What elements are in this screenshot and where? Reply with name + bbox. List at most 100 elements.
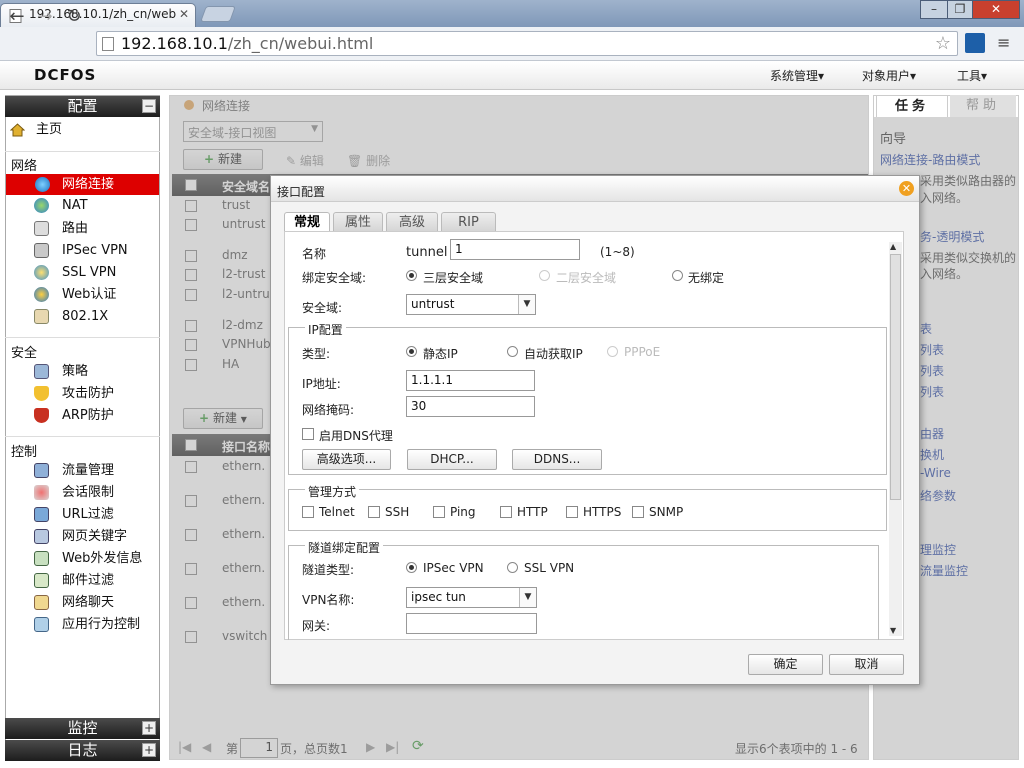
reload-icon[interactable]: ↻	[62, 6, 86, 28]
bind-none-radio[interactable]	[672, 270, 683, 281]
sidebar-item-session-limit[interactable]: 会话限制	[34, 482, 158, 503]
advanced-options-button[interactable]: 高级选项...	[302, 449, 391, 470]
telnet-checkbox[interactable]	[302, 506, 314, 518]
cancel-button[interactable]: 取消	[829, 654, 904, 675]
ddns-button[interactable]: DDNS...	[512, 449, 602, 470]
sidebar-item-nat[interactable]: NAT	[34, 195, 158, 216]
sidebar-item-web-auth[interactable]: Web认证	[34, 284, 158, 305]
scroll-down-icon[interactable]: ▼	[890, 626, 896, 635]
app-control-icon	[34, 617, 49, 632]
sidebar-item-route[interactable]: 路由	[34, 218, 158, 239]
sidebar-item-attack-defense[interactable]: 攻击防护	[34, 383, 158, 404]
mail-icon	[34, 573, 49, 588]
sidebar-item-8021x[interactable]: 802.1X	[34, 306, 158, 327]
close-window-icon[interactable]: ✕	[972, 0, 1020, 19]
log-header-label: 日志	[67, 741, 98, 759]
sidebar-item-app-control[interactable]: 应用行为控制	[34, 614, 158, 635]
ssl-vpn-radio[interactable]	[507, 562, 518, 573]
log-header[interactable]: 日志 +	[5, 740, 160, 761]
sidebar-item-url-filter[interactable]: URL过滤	[34, 504, 158, 525]
back-icon[interactable]: ←	[5, 6, 29, 28]
sidebar-item-policy[interactable]: 策略	[34, 361, 158, 382]
zone-select[interactable]: untrust ▼	[406, 294, 536, 315]
vpn-name-label: VPN名称:	[302, 593, 355, 607]
pppoe-radio[interactable]	[607, 346, 618, 357]
sidebar-item-mail-filter[interactable]: 邮件过滤	[34, 570, 158, 591]
close-tab-icon[interactable]: ✕	[179, 7, 189, 21]
ssh-checkbox[interactable]	[368, 506, 380, 518]
tab-properties[interactable]: 属性	[333, 212, 383, 232]
web-auth-icon	[34, 287, 49, 302]
address-bar[interactable]: 192.168.10.1/zh_cn/webui.html ☆	[96, 31, 958, 56]
sidebar-item-chat[interactable]: 网络聊天	[34, 592, 158, 613]
tab-help[interactable]: 帮助	[950, 95, 1016, 117]
https-label: HTTPS	[583, 505, 622, 519]
ok-button[interactable]: 确定	[748, 654, 823, 675]
new-tab-button[interactable]	[200, 6, 236, 22]
vpn-name-select[interactable]: ipsec tun ▼	[406, 587, 537, 608]
tunnel-legend: 隧道绑定配置	[305, 539, 384, 556]
management-legend: 管理方式	[305, 483, 360, 500]
minimize-icon[interactable]: –	[920, 0, 948, 19]
sidebar-item-label: 策略	[62, 364, 89, 379]
menu-icon[interactable]: ≡	[997, 33, 1010, 52]
sidebar-item-web-keyword[interactable]: 网页关键字	[34, 526, 158, 547]
sidebar-item-label: 邮件过滤	[62, 573, 115, 588]
dhcp-ip-radio[interactable]	[507, 346, 518, 357]
expand-icon[interactable]: +	[142, 721, 156, 735]
maximize-icon[interactable]: ❐	[947, 0, 973, 19]
ipsec-vpn-radio[interactable]	[406, 562, 417, 573]
extension-icon[interactable]	[965, 33, 985, 53]
bind-l3-radio[interactable]	[406, 270, 417, 281]
arp-shield-icon	[34, 408, 49, 423]
tab-general[interactable]: 常规	[284, 212, 330, 232]
ip-input[interactable]: 1.1.1.1	[406, 370, 535, 391]
menu-system[interactable]: 系统管理▾	[770, 67, 824, 84]
app-logo: DCFOS	[34, 66, 97, 84]
menu-objects[interactable]: 对象用户▾	[862, 67, 916, 84]
config-header[interactable]: 配置 −	[5, 96, 160, 117]
gateway-input[interactable]	[406, 613, 537, 634]
sidebar-item-arp-defense[interactable]: ARP防护	[34, 405, 158, 426]
dhcp-button[interactable]: DHCP...	[407, 449, 497, 470]
tab-rip[interactable]: RIP	[441, 212, 496, 232]
expand-icon[interactable]: +	[142, 743, 156, 757]
tab-tasks[interactable]: 任务	[876, 95, 948, 117]
sidebar-item-ipsec-vpn[interactable]: IPSec VPN	[34, 240, 158, 261]
sidebar-item-label: ARP防护	[62, 408, 114, 423]
ssl-vpn-label: SSL VPN	[524, 561, 575, 575]
snmp-checkbox[interactable]	[632, 506, 644, 518]
router-icon	[34, 221, 49, 236]
vpn-icon	[34, 243, 49, 258]
close-icon[interactable]: ✕	[899, 181, 914, 196]
scroll-up-icon[interactable]: ▲	[890, 242, 896, 251]
sidebar-item-web-outbound[interactable]: Web外发信息	[34, 548, 158, 569]
sidebar-item-network-connection[interactable]: 网络连接	[6, 174, 159, 195]
sidebar-item-traffic[interactable]: 流量管理	[34, 460, 158, 481]
8021x-icon	[34, 309, 49, 324]
bind-l2-radio[interactable]	[539, 270, 550, 281]
keyword-icon	[34, 529, 49, 544]
bind-none-label: 无绑定	[688, 271, 725, 285]
config-header-label: 配置	[67, 97, 98, 115]
http-checkbox[interactable]	[500, 506, 512, 518]
tab-advanced[interactable]: 高级	[386, 212, 438, 232]
sidebar-item-home[interactable]: 主页	[8, 119, 132, 140]
https-checkbox[interactable]	[566, 506, 578, 518]
dns-proxy-checkbox[interactable]	[302, 428, 314, 440]
divider	[5, 337, 160, 338]
sidebar-item-ssl-vpn[interactable]: SSL VPN	[34, 262, 158, 283]
collapse-icon[interactable]: −	[142, 99, 156, 113]
sidebar-item-label: URL过滤	[62, 507, 114, 522]
browser-tab[interactable]: 192.168.10.1/zh_cn/web ✕	[0, 3, 196, 27]
bookmark-star-icon[interactable]: ☆	[935, 33, 951, 54]
forward-icon[interactable]: →	[33, 6, 57, 28]
monitor-header[interactable]: 监控 +	[5, 718, 160, 739]
ping-checkbox[interactable]	[433, 506, 445, 518]
mask-input[interactable]: 30	[406, 396, 535, 417]
static-ip-radio[interactable]	[406, 346, 417, 357]
scrollbar-thumb[interactable]	[890, 254, 901, 500]
monitor-header-label: 监控	[67, 719, 98, 737]
name-input[interactable]: 1	[450, 239, 580, 260]
menu-tools[interactable]: 工具▾	[957, 67, 987, 84]
